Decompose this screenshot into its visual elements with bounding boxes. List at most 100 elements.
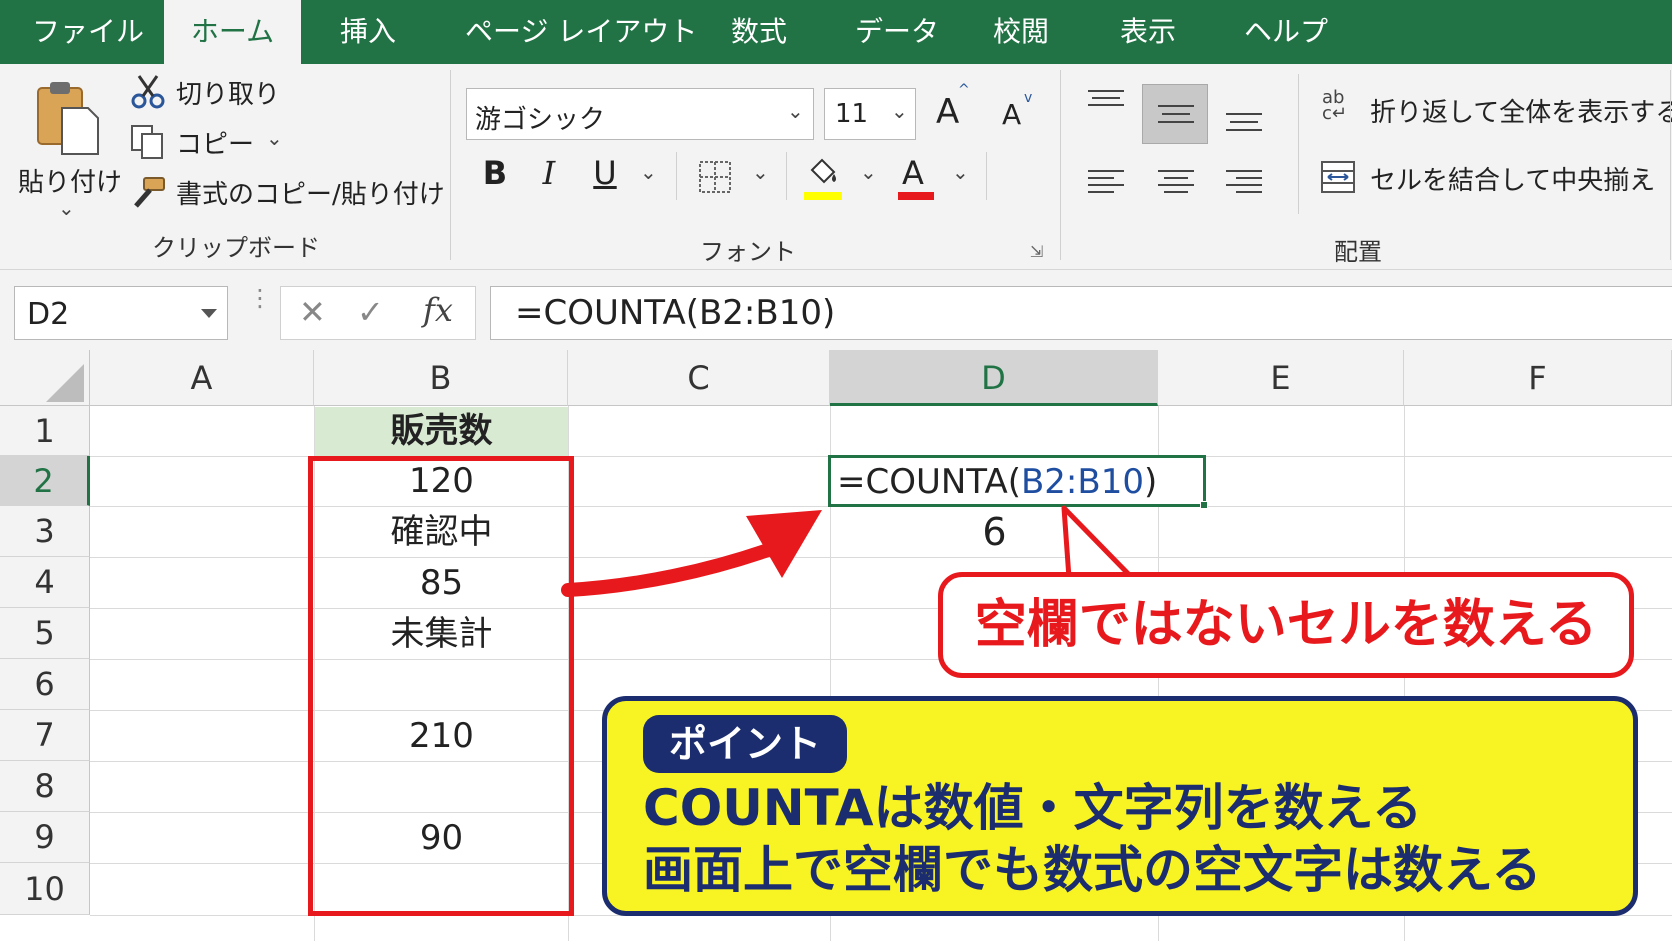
font-dialog-launcher-icon[interactable]: ⇲ — [1030, 242, 1043, 261]
font-size-value: 11 — [835, 99, 869, 129]
enter-check-icon[interactable]: ✓ — [357, 293, 384, 331]
align-middle-icon — [1158, 105, 1194, 123]
row-header-7[interactable]: 7 — [0, 710, 90, 761]
wrap-text-icon: ab c↵ — [1322, 87, 1347, 124]
name-box[interactable]: D2 — [14, 286, 228, 340]
merge-center-button[interactable]: セルを結合して中央揃え ⌄ — [1320, 156, 1660, 202]
row-header-5[interactable]: 5 — [0, 608, 90, 659]
point-line-2: 画面上で空欄でも数式の空文字は数える — [643, 841, 1542, 899]
column-header-d[interactable]: D — [830, 350, 1158, 406]
column-header-e[interactable]: E — [1158, 350, 1404, 406]
paste-button[interactable]: 貼り付け ⌄ — [14, 72, 122, 222]
divider — [786, 152, 787, 200]
formula-suffix: ) — [1143, 462, 1158, 502]
caret-up-icon: ^ — [958, 82, 970, 98]
point-box: ポイント COUNTAは数値・文字列を数える 画面上で空欄でも数式の空文字は数え… — [602, 696, 1638, 916]
font-color-button[interactable]: A — [896, 152, 936, 206]
ribbon-tab-bar: ファイル ホーム 挿入 ページ レイアウト 数式 データ 校閲 表示 ヘルプ — [0, 0, 1672, 64]
copy-label: コピー — [176, 130, 255, 160]
cell-b1[interactable]: 販売数 — [315, 407, 568, 456]
callout-non-empty-text: 空欄ではないセルを数える — [974, 595, 1598, 655]
tab-page-layout[interactable]: ページ レイアウト — [465, 0, 697, 64]
row-header-4[interactable]: 4 — [0, 557, 90, 608]
font-name-dropdown[interactable]: 游ゴシック ⌄ — [466, 88, 814, 140]
font-color-chevron-icon[interactable]: ⌄ — [952, 160, 969, 184]
cut-button[interactable]: 切り取り — [130, 74, 290, 114]
borders-icon[interactable] — [698, 160, 732, 194]
group-divider — [450, 70, 451, 260]
merge-center-label: セルを結合して中央揃え — [1370, 166, 1656, 196]
merge-cells-icon — [1321, 161, 1355, 193]
align-right-icon[interactable] — [1224, 168, 1264, 198]
align-left-icon[interactable] — [1086, 168, 1126, 198]
cancel-icon[interactable]: ✕ — [299, 293, 326, 331]
row-header-9[interactable]: 9 — [0, 812, 90, 863]
range-highlight-b2-b10 — [308, 456, 574, 916]
align-top-icon[interactable] — [1086, 88, 1126, 114]
caret-down-icon: v — [1024, 90, 1033, 106]
italic-button[interactable]: I — [534, 154, 564, 192]
decrease-font-size-button[interactable]: A v — [1002, 90, 1042, 138]
formula-prefix: =COUNTA( — [837, 462, 1021, 502]
copy-icon — [131, 125, 163, 159]
fill-color-chevron-icon[interactable]: ⌄ — [860, 160, 877, 184]
column-header-f[interactable]: F — [1404, 350, 1672, 406]
divider — [986, 152, 987, 200]
row-header-10[interactable]: 10 — [0, 863, 90, 915]
fill-color-swatch — [804, 192, 842, 200]
format-painter-button[interactable]: 書式のコピー/貼り付け — [130, 174, 445, 214]
chevron-down-icon: ⌄ — [787, 99, 804, 123]
insert-function-icon[interactable]: fx — [423, 291, 453, 329]
formula-buttons: ✕ ✓ fx — [280, 286, 476, 340]
tab-data[interactable]: データ — [855, 0, 939, 64]
ribbon-home: 貼り付け ⌄ 切り取り コピー ⌄ 書式のコピー/貼り付け クリップボード 游ゴ… — [0, 64, 1672, 270]
formula-bar: D2 ⋮ ✕ ✓ fx =COUNTA(B2:B10) — [0, 270, 1672, 350]
align-center-icon[interactable] — [1156, 168, 1196, 198]
group-divider — [1670, 70, 1671, 260]
tab-insert[interactable]: 挿入 — [340, 0, 396, 64]
tab-formulas[interactable]: 数式 — [731, 0, 787, 64]
worksheet-grid: A B C D E F 1 2 3 4 5 6 7 8 9 10 販売数 120 — [0, 350, 1672, 941]
tab-review[interactable]: 校閲 — [993, 0, 1049, 64]
increase-font-size-button[interactable]: A ^ — [936, 82, 980, 134]
row-header-8[interactable]: 8 — [0, 761, 90, 812]
fill-handle[interactable] — [1200, 501, 1208, 509]
underline-options-chevron-icon[interactable]: ⌄ — [640, 160, 657, 184]
formula-input[interactable]: =COUNTA(B2:B10) — [490, 286, 1672, 340]
tab-file[interactable]: ファイル — [32, 0, 144, 64]
underline-button[interactable]: U — [590, 154, 620, 192]
tab-home[interactable]: ホーム — [164, 0, 301, 64]
red-arrow-icon — [561, 510, 822, 597]
font-color-swatch — [898, 192, 934, 200]
caret-down-icon — [201, 309, 217, 318]
wrap-text-label: 折り返して全体を表示する — [1370, 98, 1672, 128]
increase-font-icon: A — [936, 92, 960, 132]
cut-label: 切り取り — [176, 80, 281, 110]
font-size-dropdown[interactable]: 11 ⌄ — [824, 88, 916, 140]
row-header-1[interactable]: 1 — [0, 406, 90, 456]
align-middle-button[interactable] — [1142, 84, 1208, 144]
column-header-a[interactable]: A — [90, 350, 314, 406]
borders-chevron-icon[interactable]: ⌄ — [752, 160, 769, 184]
more-options-icon[interactable]: ⋮ — [248, 284, 272, 312]
row-header-6[interactable]: 6 — [0, 659, 90, 710]
select-all-triangle-icon — [46, 364, 84, 402]
select-all-button[interactable] — [0, 350, 90, 406]
tab-help[interactable]: ヘルプ — [1244, 0, 1328, 64]
wrap-text-button[interactable]: ab c↵ 折り返して全体を表示する — [1322, 87, 1672, 132]
column-header-c[interactable]: C — [568, 350, 830, 406]
bold-button[interactable]: B — [478, 154, 512, 192]
fill-color-button[interactable] — [802, 156, 844, 206]
font-group-label: フォント — [700, 238, 796, 266]
point-line-1: COUNTAは数値・文字列を数える — [643, 779, 1423, 837]
copy-button[interactable]: コピー ⌄ — [130, 124, 290, 164]
tab-view[interactable]: 表示 — [1120, 0, 1176, 64]
alignment-group-label: 配置 — [1334, 238, 1382, 266]
cell-d2-formula: =COUNTA(B2:B10) — [837, 460, 1157, 504]
point-badge: ポイント — [643, 715, 848, 773]
row-header-3[interactable]: 3 — [0, 506, 90, 557]
column-header-b[interactable]: B — [314, 350, 568, 406]
name-box-value: D2 — [27, 297, 70, 332]
align-bottom-icon[interactable] — [1224, 108, 1264, 134]
row-header-2[interactable]: 2 — [0, 456, 90, 506]
